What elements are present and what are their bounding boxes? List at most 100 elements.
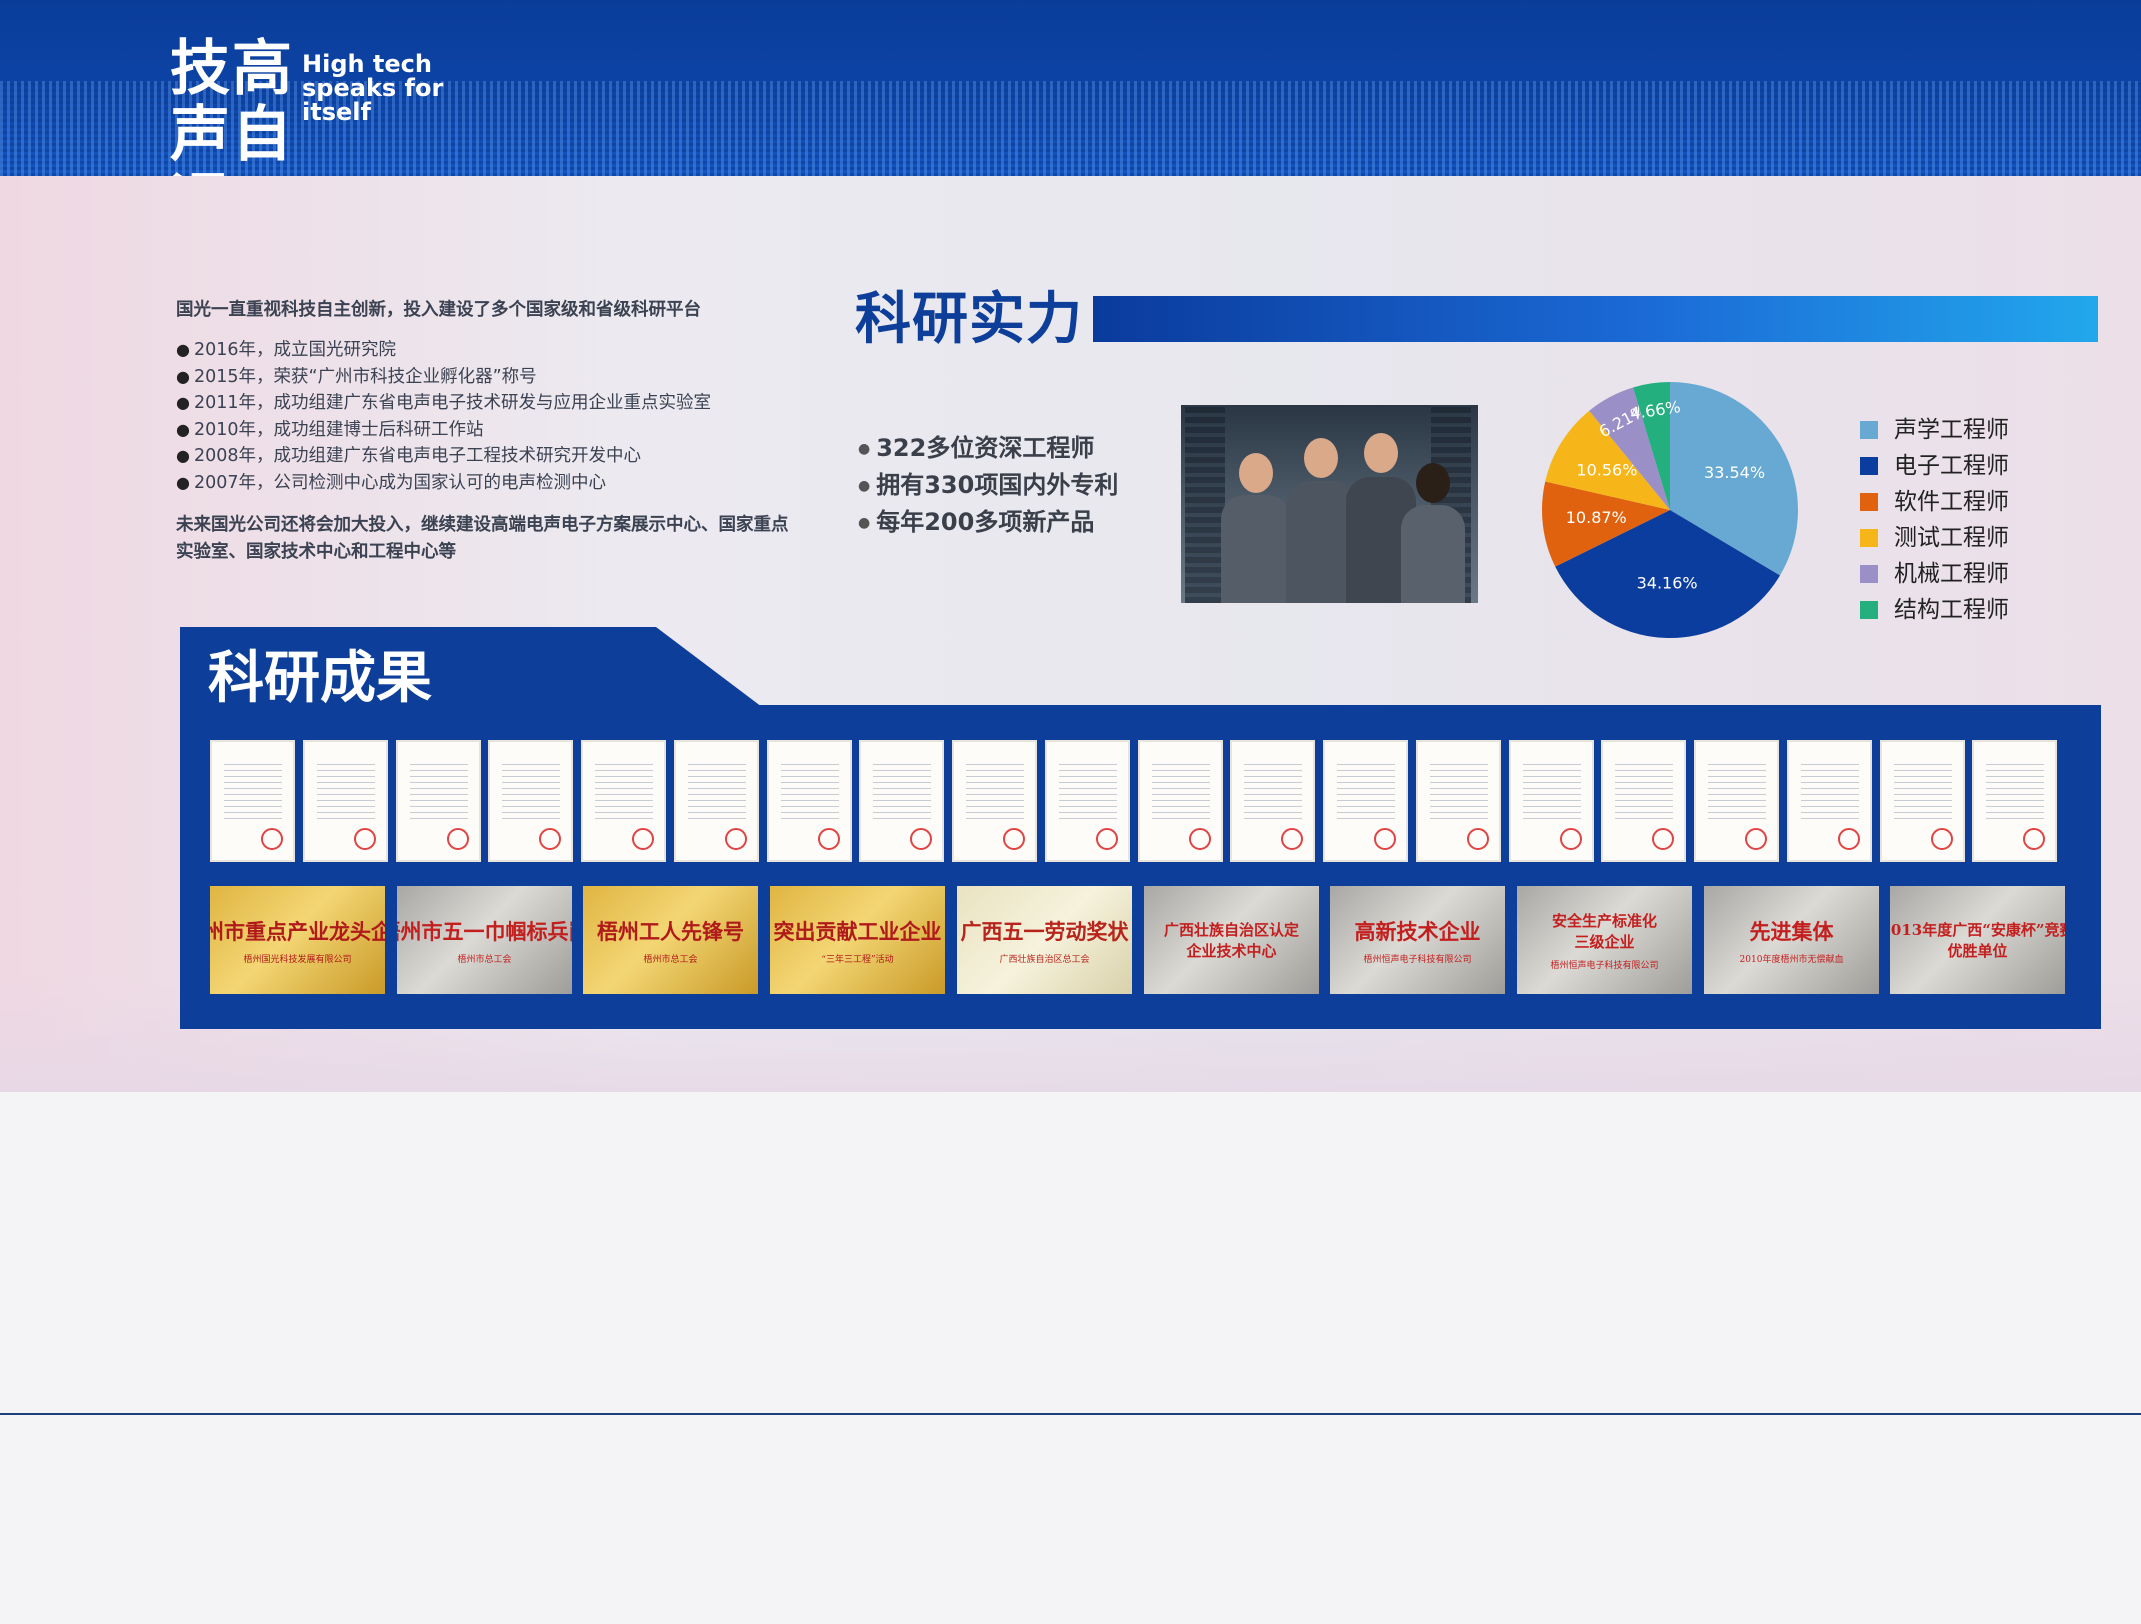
plaque-title: 广西五一劳动奖状 — [960, 918, 1129, 944]
milestone-item: 2007年，公司检测中心成为国家认可的电声检测中心 — [176, 470, 796, 497]
plaque-issuer: 梧州恒声电子科技有限公司 — [1550, 960, 1659, 971]
plaque-issuer: 2010年度梧州市无偿献血 — [1739, 954, 1844, 965]
legend-swatch — [1860, 457, 1878, 475]
milestone-item: 2008年，成功组建广东省电声电子工程技术研究开发中心 — [176, 443, 796, 470]
certificate-thumbnail — [1045, 740, 1130, 862]
award-plaque: 梧州市五一巾帼标兵岗梧州市总工会 — [397, 886, 572, 994]
person-head — [1416, 463, 1450, 503]
plaque-row: 梧州市重点产业龙头企业梧州国光科技发展有限公司梧州市五一巾帼标兵岗梧州市总工会梧… — [210, 886, 2065, 996]
person-figure — [1401, 463, 1465, 603]
plaque-title: 广西壮族自治区认定 — [1163, 921, 1299, 939]
plaque-title: 突出贡献工业企业 — [773, 918, 942, 944]
plaque-issuer: 梧州恒声电子科技有限公司 — [1363, 954, 1472, 965]
plaque-issuer: 梧州市总工会 — [643, 954, 698, 965]
plaque-title: 2013年度广西“安康杯”竞赛 — [1890, 921, 2065, 939]
stat-item: 拥有330项国内外专利 — [858, 467, 1118, 504]
server-rack — [1185, 405, 1225, 603]
certificate-thumbnail — [1601, 740, 1686, 862]
legend-label: 结构工程师 — [1894, 597, 2009, 623]
award-plaque: 先进集体 2010年度梧州市无偿献血 — [1704, 886, 1879, 994]
plaque-title: 先进集体 — [1749, 918, 1834, 944]
milestone-item: 2015年，荣获“广州市科技企业孵化器”称号 — [176, 364, 796, 391]
award-plaque: 梧州市重点产业龙头企业梧州国光科技发展有限公司 — [210, 886, 385, 994]
header-banner: 技高声自远 High tech speaks for itself — [0, 0, 2141, 176]
plaque-issuer: “三年三工程”活动 — [821, 954, 894, 965]
certificate-thumbnail — [1230, 740, 1315, 862]
stat-item: 每年200多项新产品 — [858, 504, 1118, 541]
legend-swatch — [1860, 421, 1878, 439]
pie-legend: 声学工程师电子工程师软件工程师测试工程师机械工程师结构工程师 — [1860, 412, 2009, 628]
legend-swatch — [1860, 493, 1878, 511]
certificate-thumbnail — [952, 740, 1037, 862]
legend-swatch — [1860, 529, 1878, 547]
certificate-thumbnail — [396, 740, 481, 862]
team-photo — [1181, 405, 1478, 603]
legend-swatch — [1860, 601, 1878, 619]
certificate-thumbnail — [767, 740, 852, 862]
certificate-thumbnail — [674, 740, 759, 862]
legend-label: 声学工程师 — [1894, 417, 2009, 443]
certificate-thumbnail — [859, 740, 944, 862]
certificate-thumbnail — [581, 740, 666, 862]
legend-item: 电子工程师 — [1860, 448, 2009, 484]
person-figure — [1221, 453, 1291, 603]
award-plaque: 2013年度广西“安康杯”竞赛 优胜单位 — [1890, 886, 2065, 994]
legend-label: 软件工程师 — [1894, 489, 2009, 515]
legend-item: 结构工程师 — [1860, 592, 2009, 628]
plaque-title: 三级企业 — [1574, 932, 1635, 951]
legend-item: 软件工程师 — [1860, 484, 2009, 520]
legend-label: 测试工程师 — [1894, 525, 2009, 551]
certificate-thumbnail — [210, 740, 295, 862]
header-title-en: High tech speaks for itself — [302, 52, 502, 124]
plaque-title: 梧州市重点产业龙头企业 — [210, 918, 385, 944]
award-plaque: 突出贡献工业企业 “三年三工程”活动 — [770, 886, 945, 994]
intro-lead: 国光一直重视科技自主创新，投入建设了多个国家级和省级科研平台 — [176, 300, 701, 320]
legend-label: 机械工程师 — [1894, 561, 2009, 587]
plaque-title: 梧州市五一巾帼标兵岗 — [397, 918, 572, 944]
title-gradient-bar — [1093, 296, 2098, 342]
plaque-issuer: 广西壮族自治区总工会 — [999, 954, 1090, 965]
intro-block: 国光一直重视科技自主创新，投入建设了多个国家级和省级科研平台 2016年，成立国… — [176, 296, 796, 566]
plaque-title: 梧州工人先锋号 — [597, 918, 744, 944]
person-head — [1364, 433, 1398, 473]
person-body — [1401, 505, 1465, 603]
certificate-thumbnail — [1323, 740, 1408, 862]
research-strength-title: 科研实力 — [855, 287, 1083, 352]
milestone-item: 2016年，成立国光研究院 — [176, 337, 796, 364]
plaque-title: 企业技术中心 — [1186, 942, 1277, 960]
award-plaque: 梧州工人先锋号梧州市总工会 — [583, 886, 758, 994]
pie-label: 10.87% — [1566, 508, 1627, 527]
certificate-thumbnail — [1509, 740, 1594, 862]
certificate-thumbnail — [1416, 740, 1501, 862]
person-head — [1239, 453, 1273, 493]
plaque-title: 安全生产标准化 — [1551, 911, 1657, 930]
legend-label: 电子工程师 — [1894, 453, 2009, 479]
certificate-thumbnail — [1138, 740, 1223, 862]
pie-label: 33.54% — [1704, 463, 1765, 482]
pie-label: 34.16% — [1637, 574, 1698, 593]
certificate-thumbnail — [1880, 740, 1965, 862]
award-plaque: 高新技术企业梧州恒声电子科技有限公司 — [1330, 886, 1505, 994]
intro-outro: 未来国光公司还将会加大投入，继续建设高端电声电子方案展示中心、国家重点实验室、国… — [176, 515, 789, 562]
milestone-item: 2011年，成功组建广东省电声电子技术研发与应用企业重点实验室 — [176, 390, 796, 417]
award-plaque: 广西壮族自治区认定 企业技术中心 — [1144, 886, 1319, 994]
award-plaque: 广西五一劳动奖状广西壮族自治区总工会 — [957, 886, 1132, 994]
certificate-thumbnail — [488, 740, 573, 862]
plaque-title: 高新技术企业 — [1354, 918, 1481, 944]
plaque-title: 优胜单位 — [1947, 942, 2008, 960]
stats-list: 322多位资深工程师 拥有330项国内外专利 每年200多项新产品 — [858, 430, 1118, 541]
legend-item: 机械工程师 — [1860, 556, 2009, 592]
header-title-en-line1: High tech — [302, 50, 432, 78]
research-results-title: 科研成果 — [208, 646, 432, 711]
bottom-divider — [0, 1413, 2141, 1415]
person-head — [1304, 438, 1338, 478]
plaque-issuer: 梧州市总工会 — [457, 954, 512, 965]
award-plaque: 安全生产标准化 三级企业梧州恒声电子科技有限公司 — [1517, 886, 1692, 994]
legend-item: 声学工程师 — [1860, 412, 2009, 448]
certificate-thumbnail — [1694, 740, 1779, 862]
plaque-issuer: 梧州国光科技发展有限公司 — [243, 954, 352, 965]
certificate-thumbnail — [1972, 740, 2057, 862]
certificate-row — [210, 740, 2065, 864]
milestone-item: 2010年，成功组建博士后科研工作站 — [176, 417, 796, 444]
certificate-thumbnail — [1787, 740, 1872, 862]
